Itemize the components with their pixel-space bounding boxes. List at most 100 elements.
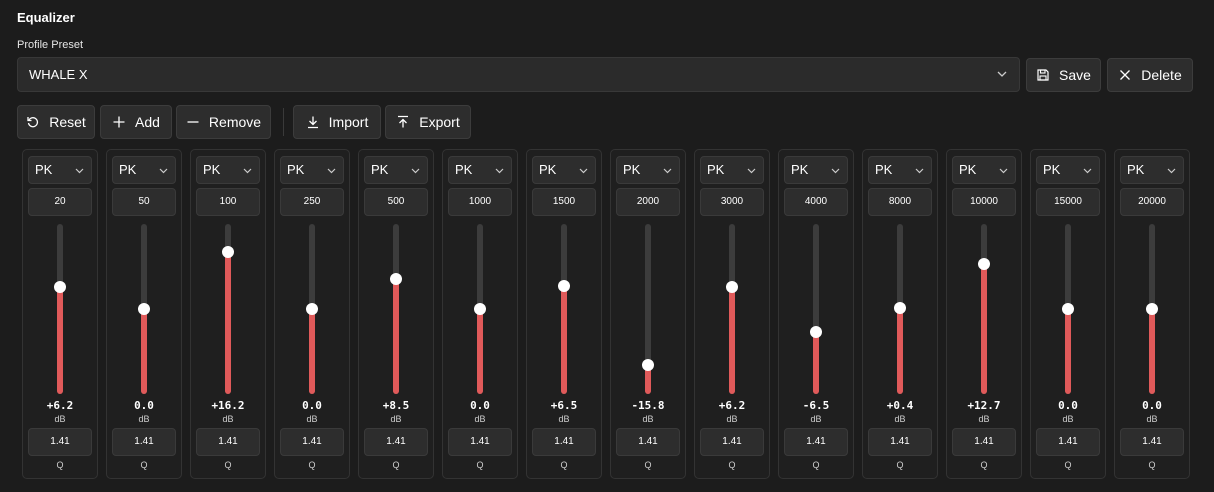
gain-slider-thumb[interactable] [390, 272, 402, 285]
filter-type-select[interactable]: PK [448, 156, 512, 184]
q-input[interactable]: 1.41 [700, 428, 764, 456]
equalizer-title: Equalizer [17, 10, 75, 25]
q-label: Q [56, 460, 64, 470]
filter-type-select[interactable]: PK [952, 156, 1016, 184]
gain-unit-label: dB [390, 414, 402, 424]
frequency-input[interactable]: 4000 [784, 188, 848, 216]
filter-type-select[interactable]: PK [868, 156, 932, 184]
filter-type-value: PK [203, 162, 221, 177]
gain-slider-thumb[interactable] [306, 303, 318, 315]
frequency-input[interactable]: 500 [364, 188, 428, 216]
gain-slider-thumb[interactable] [726, 281, 738, 294]
gain-slider-thumb[interactable] [54, 281, 66, 294]
q-input[interactable]: 1.41 [784, 428, 848, 456]
gain-value: +0.4 [886, 399, 914, 412]
frequency-input[interactable]: 20000 [1120, 188, 1184, 216]
chevron-down-icon [327, 168, 336, 174]
q-input[interactable]: 1.41 [112, 428, 176, 456]
save-button[interactable]: Save [1026, 58, 1101, 92]
q-input[interactable]: 1.41 [28, 428, 92, 456]
q-input[interactable]: 1.41 [532, 428, 596, 456]
reset-button[interactable]: Reset [17, 105, 95, 139]
q-input[interactable]: 1.41 [1120, 428, 1184, 456]
eq-band: PK 1000 0.0 dB 1.41 Q [442, 149, 518, 479]
q-input[interactable]: 1.41 [196, 428, 260, 456]
filter-type-select[interactable]: PK [532, 156, 596, 184]
gain-unit-label: dB [306, 414, 318, 424]
filter-type-select[interactable]: PK [364, 156, 428, 184]
q-input[interactable]: 1.41 [616, 428, 680, 456]
remove-label: Remove [208, 114, 262, 130]
filter-type-select[interactable]: PK [280, 156, 344, 184]
frequency-input[interactable]: 10000 [952, 188, 1016, 216]
frequency-input[interactable]: 50 [112, 188, 176, 216]
filter-type-value: PK [1127, 162, 1145, 177]
filter-type-select[interactable]: PK [1120, 156, 1184, 184]
eq-band: PK 3000 +6.2 dB 1.41 Q [694, 149, 770, 479]
gain-value: 0.0 [1142, 399, 1162, 412]
reset-label: Reset [49, 114, 86, 130]
gain-slider-thumb[interactable] [558, 279, 570, 292]
gain-slider-thumb[interactable] [642, 358, 654, 371]
add-band-button[interactable]: Add [100, 105, 172, 139]
frequency-input[interactable]: 8000 [868, 188, 932, 216]
delete-label: Delete [1141, 67, 1182, 83]
q-input[interactable]: 1.41 [364, 428, 428, 456]
gain-unit-label: dB [1146, 414, 1158, 424]
gain-value: +6.5 [550, 399, 578, 412]
q-input[interactable]: 1.41 [280, 428, 344, 456]
filter-type-select[interactable]: PK [1036, 156, 1100, 184]
frequency-input[interactable]: 15000 [1036, 188, 1100, 216]
q-label: Q [728, 460, 736, 470]
filter-type-select[interactable]: PK [700, 156, 764, 184]
gain-slider-thumb[interactable] [222, 245, 234, 258]
eq-band: PK 20 +6.2 dB 1.41 Q [22, 149, 98, 479]
save-label: Save [1059, 67, 1091, 83]
eq-band: PK 20000 0.0 dB 1.41 Q [1114, 149, 1190, 479]
remove-band-button[interactable]: Remove [176, 105, 271, 139]
frequency-input[interactable]: 20 [28, 188, 92, 216]
q-input[interactable]: 1.41 [868, 428, 932, 456]
import-button[interactable]: Import [293, 105, 381, 139]
gain-unit-label: dB [978, 414, 990, 424]
filter-type-select[interactable]: PK [112, 156, 176, 184]
frequency-input[interactable]: 250 [280, 188, 344, 216]
frequency-input[interactable]: 3000 [700, 188, 764, 216]
gain-slider-thumb[interactable] [138, 303, 150, 315]
frequency-input[interactable]: 1000 [448, 188, 512, 216]
filter-type-select[interactable]: PK [784, 156, 848, 184]
filter-type-select[interactable]: PK [616, 156, 680, 184]
eq-band: PK 10000 +12.7 dB 1.41 Q [946, 149, 1022, 479]
q-label: Q [896, 460, 904, 470]
frequency-input[interactable]: 100 [196, 188, 260, 216]
filter-type-select[interactable]: PK [196, 156, 260, 184]
chevron-down-icon [663, 168, 672, 174]
gain-unit-label: dB [54, 414, 66, 424]
import-icon [307, 116, 318, 129]
gain-slider-thumb[interactable] [1062, 303, 1074, 315]
filter-type-value: PK [455, 162, 473, 177]
chevron-down-icon [243, 168, 252, 174]
frequency-input[interactable]: 2000 [616, 188, 680, 216]
gain-slider-fill [477, 309, 483, 394]
gain-slider-thumb[interactable] [474, 303, 486, 315]
q-input[interactable]: 1.41 [1036, 428, 1100, 456]
q-input[interactable]: 1.41 [448, 428, 512, 456]
save-icon [1037, 69, 1049, 81]
eq-band: PK 250 0.0 dB 1.41 Q [274, 149, 350, 479]
gain-slider-thumb[interactable] [810, 326, 822, 339]
gain-slider-thumb[interactable] [978, 258, 990, 271]
delete-button[interactable]: Delete [1107, 58, 1193, 92]
export-button[interactable]: Export [385, 105, 471, 139]
filter-type-select[interactable]: PK [28, 156, 92, 184]
eq-band: PK 15000 0.0 dB 1.41 Q [1030, 149, 1106, 479]
gain-slider-thumb[interactable] [894, 301, 906, 314]
q-input[interactable]: 1.41 [952, 428, 1016, 456]
gain-slider-thumb[interactable] [1146, 303, 1158, 315]
gain-unit-label: dB [138, 414, 150, 424]
profile-preset-select[interactable]: WHALE X [17, 57, 1020, 92]
gain-value: +12.7 [967, 399, 1001, 412]
gain-value: -6.5 [802, 399, 830, 412]
q-label: Q [224, 460, 232, 470]
frequency-input[interactable]: 1500 [532, 188, 596, 216]
